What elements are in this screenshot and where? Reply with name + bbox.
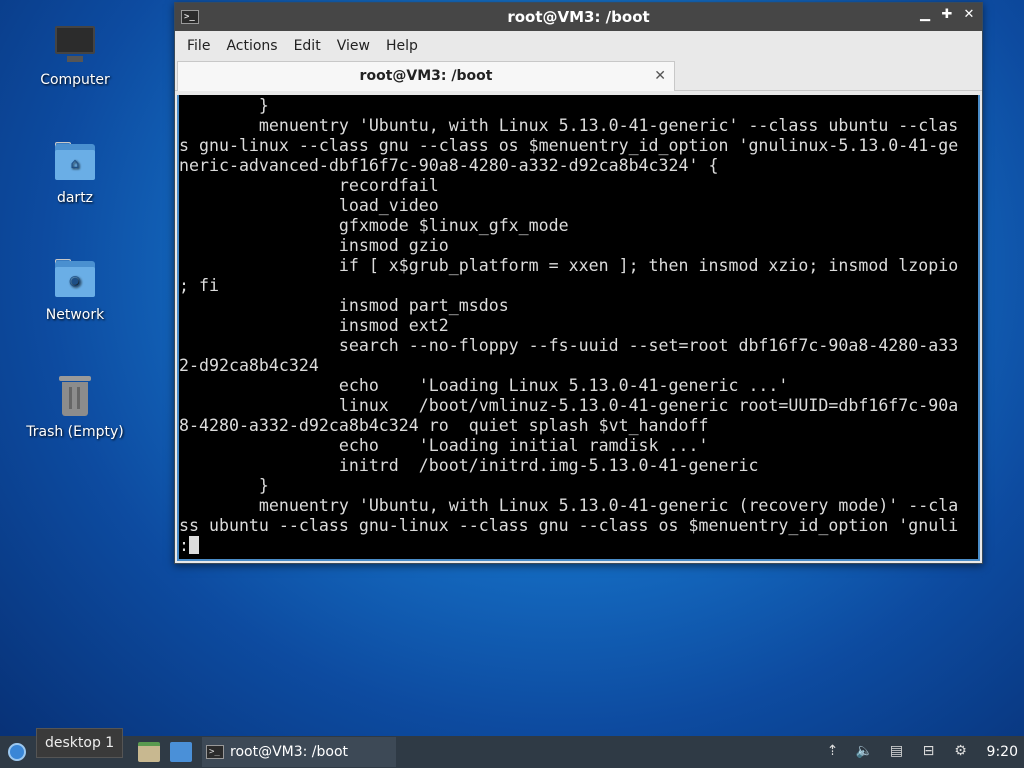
terminal-line: echo 'Loading Linux 5.13.0-41-generic ..… bbox=[179, 376, 789, 395]
desktop-icon-label: Trash (Empty) bbox=[26, 424, 124, 440]
desktop-icon-label: Network bbox=[45, 307, 105, 323]
start-menu-button[interactable] bbox=[2, 737, 32, 767]
clipboard-icon[interactable]: ▤ bbox=[887, 743, 907, 761]
terminal-line: } bbox=[179, 476, 269, 495]
terminal-line: menuentry 'Ubuntu, with Linux 5.13.0-41-… bbox=[179, 116, 959, 135]
tab-bar: root@VM3: /boot ✕ bbox=[175, 61, 982, 91]
taskbar: >_ root@VM3: /boot ⇡ 🔈 ▤ ⊟ ⚙ 9:20 bbox=[0, 736, 1024, 768]
terminal-line: insmod part_msdos bbox=[179, 296, 509, 315]
terminal-output[interactable]: } menuentry 'Ubuntu, with Linux 5.13.0-4… bbox=[177, 95, 980, 561]
terminal-line: ss ubuntu --class gnu-linux --class gnu … bbox=[179, 516, 959, 535]
network-folder-icon: ◉ bbox=[53, 257, 97, 301]
window-titlebar[interactable]: >_ root@VM3: /boot ▁ ✚ ✕ bbox=[175, 3, 982, 31]
menu-view[interactable]: View bbox=[329, 38, 378, 54]
terminal-line: insmod gzio bbox=[179, 236, 449, 255]
terminal-line: } bbox=[179, 96, 269, 115]
text-cursor bbox=[189, 536, 199, 554]
pager-prompt-line[interactable]: : bbox=[179, 536, 978, 556]
close-button[interactable]: ✕ bbox=[962, 7, 976, 22]
terminal-line: insmod ext2 bbox=[179, 316, 449, 335]
menu-file[interactable]: File bbox=[179, 38, 218, 54]
terminal-line: ; fi bbox=[179, 276, 219, 295]
notification-icon[interactable]: ⚙ bbox=[951, 743, 971, 761]
maximize-button[interactable]: ✚ bbox=[940, 7, 954, 22]
terminal-line: search --no-floppy --fs-uuid --set=root … bbox=[179, 336, 959, 355]
terminal-line: s gnu-linux --class gnu --class os $menu… bbox=[179, 136, 959, 155]
desktop-icon-computer[interactable]: Computer bbox=[20, 22, 130, 88]
terminal-line: recordfail bbox=[179, 176, 439, 195]
terminal-line: if [ x$grub_platform = xxen ]; then insm… bbox=[179, 256, 959, 275]
terminal-line: 8-4280-a332-d92ca8b4c324 ro quiet splash… bbox=[179, 416, 709, 435]
computer-icon bbox=[53, 22, 97, 66]
upload-indicator-icon[interactable]: ⇡ bbox=[823, 743, 843, 761]
file-manager-launcher-icon[interactable] bbox=[138, 742, 160, 762]
task-label: root@VM3: /boot bbox=[230, 744, 349, 760]
terminal-line: linux /boot/vmlinuz-5.13.0-41-generic ro… bbox=[179, 396, 959, 415]
terminal-line: neric-advanced-dbf16f7c-90a8-4280-a332-d… bbox=[179, 156, 719, 175]
network-icon[interactable]: ⊟ bbox=[919, 743, 939, 761]
clock[interactable]: 9:20 bbox=[987, 744, 1018, 760]
pager-prompt: : bbox=[179, 536, 189, 555]
terminal-tab[interactable]: root@VM3: /boot ✕ bbox=[177, 61, 675, 91]
minimize-button[interactable]: ▁ bbox=[918, 7, 932, 22]
desktop-icon-network[interactable]: ◉ Network bbox=[20, 257, 130, 323]
desktop-pager-tooltip: desktop 1 bbox=[36, 728, 124, 758]
volume-icon[interactable]: 🔈 bbox=[855, 743, 875, 761]
desktop-icon-label: dartz bbox=[56, 190, 94, 206]
menu-help[interactable]: Help bbox=[378, 38, 426, 54]
terminal-line: menuentry 'Ubuntu, with Linux 5.13.0-41-… bbox=[179, 496, 959, 515]
tab-close-icon[interactable]: ✕ bbox=[654, 62, 666, 90]
window-title: root@VM3: /boot bbox=[507, 8, 650, 26]
terminal-line: echo 'Loading initial ramdisk ...' bbox=[179, 436, 709, 455]
terminal-task-icon: >_ bbox=[206, 745, 224, 759]
menu-edit[interactable]: Edit bbox=[286, 38, 329, 54]
desktop-icon-trash[interactable]: Trash (Empty) bbox=[20, 374, 130, 440]
terminal-line: initrd /boot/initrd.img-5.13.0-41-generi… bbox=[179, 456, 759, 475]
home-folder-icon: ⌂ bbox=[53, 140, 97, 184]
desktop-icon-label: Computer bbox=[40, 72, 110, 88]
terminal-app-icon[interactable]: >_ bbox=[181, 10, 199, 24]
trash-icon bbox=[53, 374, 97, 418]
terminal-window: >_ root@VM3: /boot ▁ ✚ ✕ File Actions Ed… bbox=[174, 2, 983, 564]
terminal-line: load_video bbox=[179, 196, 439, 215]
system-tray: ⇡ 🔈 ▤ ⊟ ⚙ 9:20 bbox=[823, 736, 1024, 768]
desktop-icon-home[interactable]: ⌂ dartz bbox=[20, 140, 130, 206]
tab-label: root@VM3: /boot bbox=[359, 68, 493, 84]
show-desktop-icon[interactable] bbox=[170, 742, 192, 762]
terminal-line: 2-d92ca8b4c324 bbox=[179, 356, 319, 375]
taskbar-task-terminal[interactable]: >_ root@VM3: /boot bbox=[202, 737, 396, 767]
menu-actions[interactable]: Actions bbox=[218, 38, 285, 54]
start-menu-icon bbox=[8, 743, 26, 761]
menu-bar: File Actions Edit View Help bbox=[175, 31, 982, 61]
terminal-line: gfxmode $linux_gfx_mode bbox=[179, 216, 569, 235]
